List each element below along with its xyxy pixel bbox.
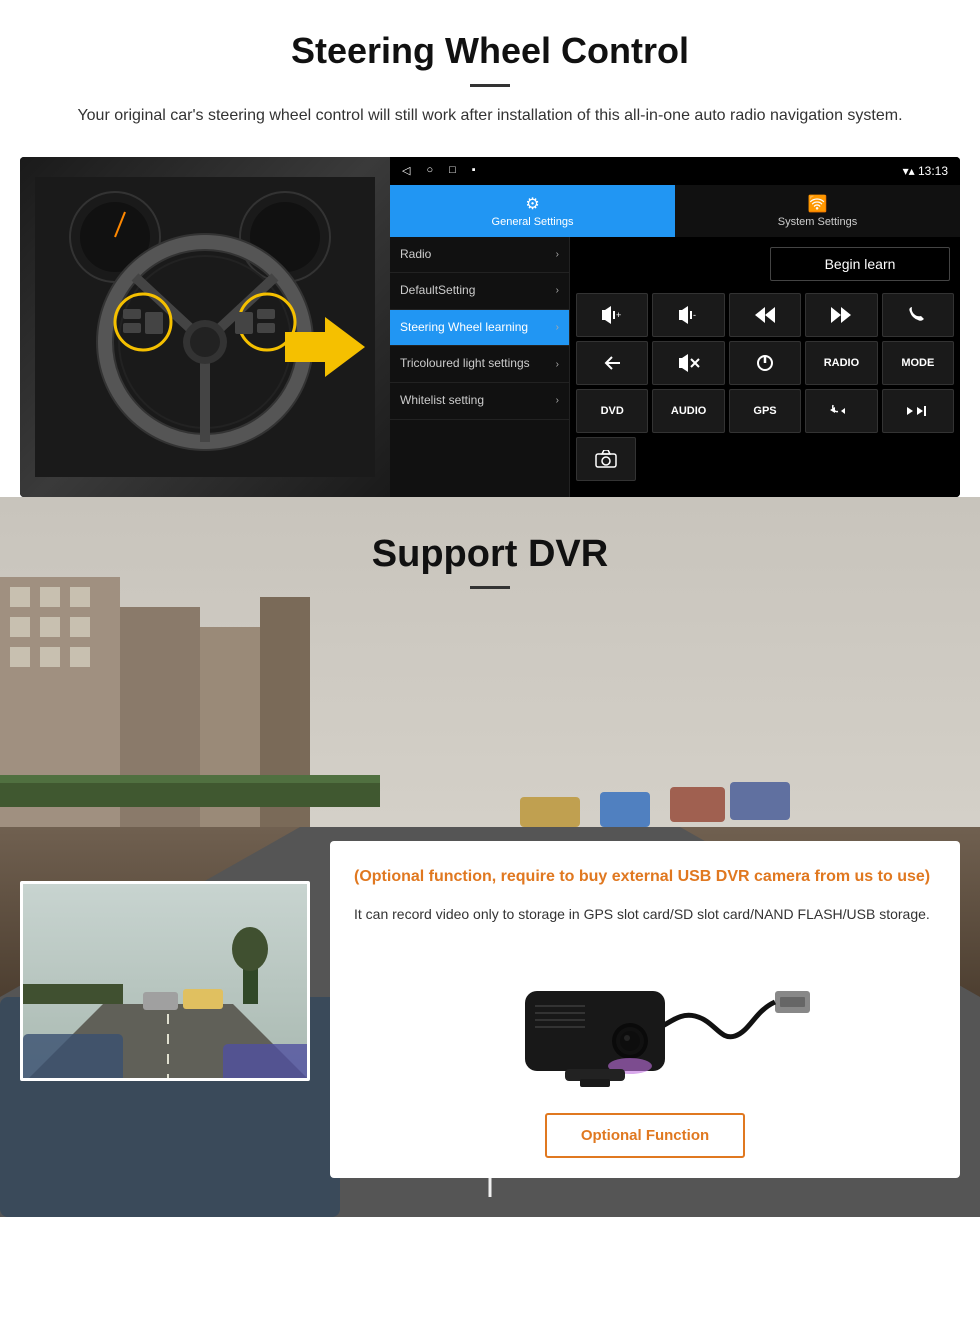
control-row-2: RADIO MODE bbox=[576, 341, 954, 385]
statusbar-time: ▾▴ 13:13 bbox=[903, 164, 948, 178]
thumbnail-svg bbox=[23, 884, 310, 1081]
begin-learn-row: Begin learn bbox=[576, 243, 954, 289]
steering-subtitle: Your original car's steering wheel contr… bbox=[60, 103, 920, 129]
gps-btn[interactable]: GPS bbox=[729, 389, 801, 433]
dvr-card-title: (Optional function, require to buy exter… bbox=[354, 865, 936, 889]
chevron-right-icon: › bbox=[556, 322, 559, 333]
radio-label: RADIO bbox=[824, 357, 859, 369]
menu-item-steering-label: Steering Wheel learning bbox=[400, 320, 528, 336]
settings-tabs: ⚙ General Settings 🛜 System Settings bbox=[390, 185, 960, 237]
back-btn[interactable] bbox=[576, 341, 648, 385]
statusbar: ◁ ○ □ ▪ ▾▴ 13:13 bbox=[390, 157, 960, 185]
dvr-content-area: (Optional function, require to buy exter… bbox=[0, 841, 980, 1178]
chevron-right-icon: › bbox=[556, 395, 559, 406]
phone-btn[interactable] bbox=[882, 293, 954, 337]
steering-content-area: Begin learn + - bbox=[570, 237, 960, 497]
settings-body: Radio › DefaultSetting › Steering Wheel … bbox=[390, 237, 960, 497]
dvr-camera-illustration bbox=[354, 941, 936, 1101]
tab-system-settings[interactable]: 🛜 System Settings bbox=[675, 185, 960, 237]
control-row-1: + - bbox=[576, 293, 954, 337]
radio-btn[interactable]: RADIO bbox=[805, 341, 877, 385]
svg-text:-: - bbox=[693, 310, 696, 320]
prev-btn[interactable] bbox=[729, 293, 801, 337]
mute-btn[interactable] bbox=[652, 341, 724, 385]
title-divider bbox=[470, 84, 510, 87]
next-btn[interactable] bbox=[805, 293, 877, 337]
gps-label: GPS bbox=[753, 405, 776, 417]
system-icon: 🛜 bbox=[808, 194, 828, 214]
dvr-title: Support DVR bbox=[40, 533, 940, 576]
dvd-btn[interactable]: DVD bbox=[576, 389, 648, 433]
svg-text:+: + bbox=[616, 310, 621, 320]
steering-title: Steering Wheel Control bbox=[40, 30, 940, 72]
steering-header: Steering Wheel Control Your original car… bbox=[0, 0, 980, 139]
steering-section: Steering Wheel Control Your original car… bbox=[0, 0, 980, 497]
menu-item-whitelist[interactable]: Whitelist setting › bbox=[390, 383, 569, 420]
skip-next-btn[interactable] bbox=[882, 389, 954, 433]
nav-recent-icon: □ bbox=[449, 164, 456, 177]
tab-system-label: System Settings bbox=[778, 216, 857, 228]
mode-btn[interactable]: MODE bbox=[882, 341, 954, 385]
steering-demo-block: ◁ ○ □ ▪ ▾▴ 13:13 ⚙ General Settings 🛜 bbox=[20, 157, 960, 497]
steering-wheel-graphic bbox=[20, 157, 390, 497]
menu-item-tricoloured[interactable]: Tricoloured light settings › bbox=[390, 346, 569, 383]
menu-item-steering-wheel[interactable]: Steering Wheel learning › bbox=[390, 310, 569, 347]
dvr-section: Support DVR bbox=[0, 497, 980, 1217]
audio-btn[interactable]: AUDIO bbox=[652, 389, 724, 433]
signal-icon: ▾▴ bbox=[903, 164, 918, 178]
begin-learn-button[interactable]: Begin learn bbox=[770, 247, 950, 281]
camera-btn[interactable] bbox=[576, 437, 636, 481]
menu-item-defaultsetting[interactable]: DefaultSetting › bbox=[390, 273, 569, 310]
chevron-right-icon: › bbox=[556, 249, 559, 260]
optional-function-button[interactable]: Optional Function bbox=[545, 1113, 745, 1158]
settings-menu-list: Radio › DefaultSetting › Steering Wheel … bbox=[390, 237, 570, 497]
audio-label: AUDIO bbox=[671, 405, 706, 417]
android-panel: ◁ ○ □ ▪ ▾▴ 13:13 ⚙ General Settings 🛜 bbox=[390, 157, 960, 497]
statusbar-nav: ◁ ○ □ ▪ bbox=[402, 164, 476, 177]
nav-menu-icon: ▪ bbox=[472, 164, 476, 177]
menu-item-radio-label: Radio bbox=[400, 247, 431, 263]
control-row-4 bbox=[576, 437, 954, 481]
gear-icon: ⚙ bbox=[525, 194, 539, 214]
steering-wheel-image bbox=[20, 157, 390, 497]
control-buttons-grid: + - bbox=[576, 293, 954, 481]
control-row-3: DVD AUDIO GPS bbox=[576, 389, 954, 433]
chevron-right-icon: › bbox=[556, 285, 559, 296]
menu-item-whitelist-label: Whitelist setting bbox=[400, 393, 484, 409]
mode-label: MODE bbox=[901, 357, 934, 369]
menu-item-radio[interactable]: Radio › bbox=[390, 237, 569, 274]
dvd-label: DVD bbox=[601, 405, 624, 417]
time-display: 13:13 bbox=[918, 164, 948, 178]
dvr-card-desc: It can record video only to storage in G… bbox=[354, 903, 936, 925]
phone-prev-btn[interactable] bbox=[805, 389, 877, 433]
menu-item-defaultsetting-label: DefaultSetting bbox=[400, 283, 475, 299]
tab-general-label: General Settings bbox=[492, 216, 574, 228]
vol-down-btn[interactable]: - bbox=[652, 293, 724, 337]
camera-svg bbox=[465, 941, 825, 1101]
menu-item-tricoloured-label: Tricoloured light settings bbox=[400, 356, 530, 372]
dvr-info-card: (Optional function, require to buy exter… bbox=[330, 841, 960, 1178]
nav-back-icon: ◁ bbox=[402, 164, 410, 177]
steering-wheel-svg bbox=[35, 177, 375, 477]
power-btn[interactable] bbox=[729, 341, 801, 385]
dvr-header: Support DVR bbox=[0, 497, 980, 601]
vol-up-btn[interactable]: + bbox=[576, 293, 648, 337]
chevron-right-icon: › bbox=[556, 359, 559, 370]
dvr-divider bbox=[470, 586, 510, 589]
nav-home-icon: ○ bbox=[426, 164, 433, 177]
tab-general-settings[interactable]: ⚙ General Settings bbox=[390, 185, 675, 237]
dvr-thumbnail-image bbox=[20, 881, 310, 1081]
